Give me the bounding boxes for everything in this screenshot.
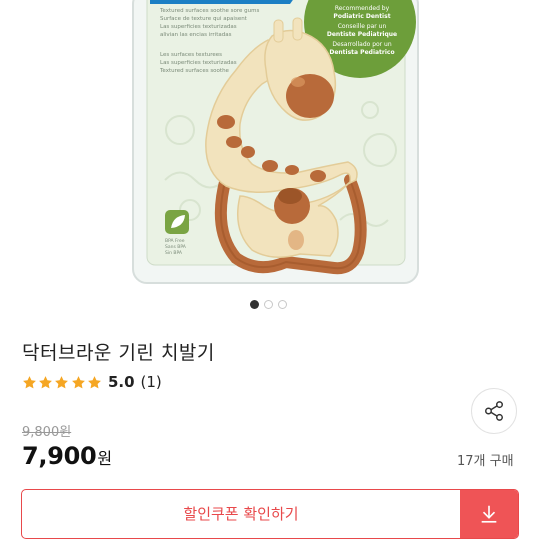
package-text-line: Textured surfaces soothe	[159, 68, 230, 74]
sale-price-unit: 원	[97, 449, 112, 468]
share-icon	[485, 401, 503, 421]
bpa-text: Sans BPA	[165, 244, 187, 250]
package-text-line: Las superficies texturizadas	[160, 60, 237, 66]
purchase-count: 17개 구매	[457, 454, 514, 469]
original-price-value: 9,800	[22, 425, 60, 440]
review-count: (1)	[140, 373, 162, 391]
carousel-dots	[250, 299, 292, 311]
star-icon	[71, 375, 85, 388]
product-title: 닥터브라운 기린 치발기	[22, 342, 215, 364]
sale-price-value: 7,900	[22, 442, 97, 470]
rating-stars	[22, 375, 103, 390]
package-text-line: Les surfaces texturees	[160, 52, 222, 58]
badge-text: Conseille par un	[338, 23, 387, 30]
rating-row[interactable]: 5.0 (1)	[22, 372, 162, 392]
product-image[interactable]: Textured surfaces soothe sore gums Surfa…	[0, 0, 540, 292]
coupon-download-button[interactable]	[460, 490, 518, 538]
package-text-line: Surface de texture qui apaisent	[160, 16, 248, 22]
star-icon	[23, 375, 36, 388]
sale-price: 7,900원	[22, 442, 112, 470]
package-text-line: Textured surfaces soothe sore gums	[159, 8, 260, 14]
badge-text: Dentista Pediatrico	[329, 49, 394, 56]
carousel-dot[interactable]	[264, 300, 273, 309]
package-text-line: Las superficies texturizadas	[160, 24, 237, 30]
bpa-text: Sin BPA	[165, 250, 183, 256]
download-icon	[481, 505, 497, 523]
star-icon	[39, 375, 53, 388]
rating-value: 5.0	[107, 373, 135, 391]
giraffe-teether-package-photo: Textured surfaces soothe sore gums Surfa…	[132, 0, 419, 284]
package-text-line: alivian las encias irritadas	[160, 32, 232, 38]
badge-text: Recommended by	[335, 5, 390, 12]
original-price-unit: 원	[59, 425, 72, 440]
star-icon	[55, 375, 69, 388]
star-icon	[87, 375, 101, 388]
carousel-dot[interactable]	[250, 300, 259, 309]
bpa-text: BPA Free	[165, 238, 185, 244]
badge-text: Podiatric Dentist	[333, 13, 390, 20]
coupon-button-label: 할인쿠폰 확인하기	[183, 505, 299, 523]
carousel-dot[interactable]	[278, 300, 287, 309]
badge-text: Dentiste Pediatrique	[327, 31, 397, 38]
original-price: 9,800원	[22, 421, 71, 440]
share-button[interactable]	[471, 388, 517, 434]
coupon-button[interactable]: 할인쿠폰 확인하기	[21, 489, 519, 539]
badge-text: Desarrollado por un	[332, 41, 392, 48]
